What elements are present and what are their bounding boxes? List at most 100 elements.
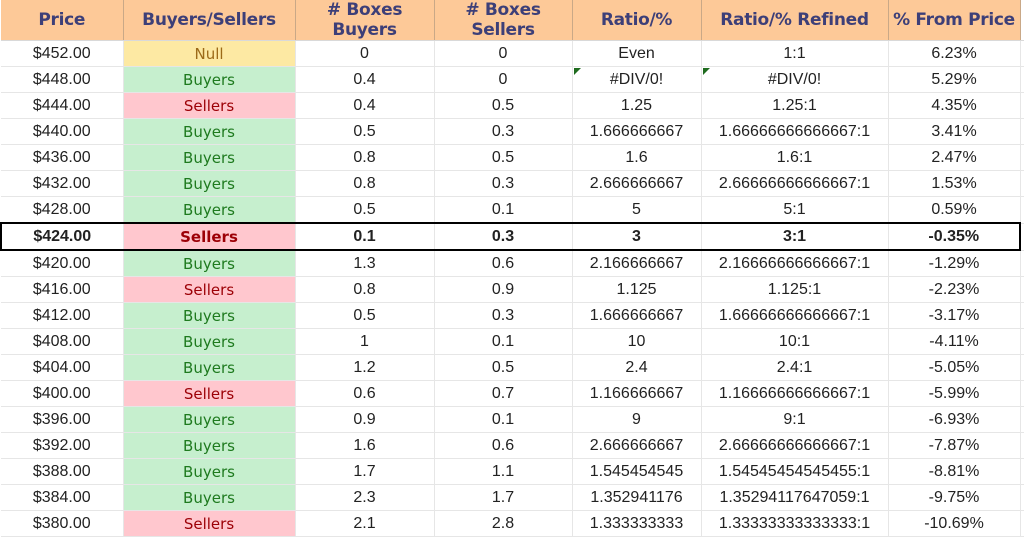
cell-from-price[interactable]: 3.41%: [888, 118, 1021, 145]
cell-boxes-buyers[interactable]: 0.8: [295, 276, 435, 303]
cell-ratio-refined[interactable]: 3:1: [701, 222, 889, 251]
cell-buyers-sellers[interactable]: Buyers: [123, 406, 296, 433]
cell-from-price[interactable]: 2.47%: [888, 144, 1021, 171]
cell-price[interactable]: $388.00: [1, 458, 124, 485]
cell-ratio-refined[interactable]: 1.66666666666667:1: [701, 118, 889, 145]
error-indicator-icon[interactable]: [573, 68, 581, 75]
header-price[interactable]: Price: [1, 0, 124, 41]
cell-buyers-sellers[interactable]: Buyers: [123, 354, 296, 381]
cell-ratio[interactable]: 2.4: [572, 354, 702, 381]
cell-boxes-buyers[interactable]: 0.5: [295, 118, 435, 145]
cell-price[interactable]: $412.00: [1, 302, 124, 329]
cell-boxes-buyers[interactable]: 0.4: [295, 66, 435, 93]
cell-from-price[interactable]: -5.05%: [888, 354, 1021, 381]
cell-from-price[interactable]: -1.29%: [888, 250, 1021, 277]
cell-boxes-buyers[interactable]: 0: [295, 40, 435, 67]
cell-empty[interactable]: [1020, 66, 1024, 93]
cell-boxes-sellers[interactable]: 0.7: [434, 380, 573, 407]
cell-boxes-buyers[interactable]: 0.8: [295, 170, 435, 197]
cell-ratio-refined[interactable]: 1.54545454545455:1: [701, 458, 889, 485]
cell-boxes-buyers[interactable]: 2.1: [295, 510, 435, 537]
cell-price[interactable]: $416.00: [1, 276, 124, 303]
cell-boxes-sellers[interactable]: 0.5: [434, 144, 573, 171]
cell-buyers-sellers[interactable]: Buyers: [123, 302, 296, 329]
cell-boxes-sellers[interactable]: 0.1: [434, 406, 573, 433]
cell-empty[interactable]: [1020, 484, 1024, 511]
cell-empty[interactable]: [1020, 223, 1024, 251]
cell-ratio[interactable]: 10: [572, 328, 702, 355]
cell-ratio-refined[interactable]: 1.33333333333333:1: [701, 510, 889, 537]
cell-boxes-sellers[interactable]: 1.7: [434, 484, 573, 511]
cell-buyers-sellers[interactable]: Buyers: [123, 118, 296, 145]
cell-boxes-buyers[interactable]: 0.5: [295, 302, 435, 329]
cell-empty[interactable]: [1020, 170, 1024, 197]
cell-boxes-sellers[interactable]: 0.9: [434, 276, 573, 303]
cell-from-price[interactable]: -7.87%: [888, 432, 1021, 459]
cell-buyers-sellers[interactable]: Buyers: [123, 328, 296, 355]
cell-empty[interactable]: [1020, 302, 1024, 329]
cell-from-price[interactable]: -3.17%: [888, 302, 1021, 329]
cell-boxes-sellers[interactable]: 2.8: [434, 510, 573, 537]
cell-boxes-buyers[interactable]: 2.3: [295, 484, 435, 511]
cell-ratio-refined[interactable]: 5:1: [701, 196, 889, 224]
header-ratio-refined[interactable]: Ratio/% Refined: [701, 0, 889, 41]
cell-empty[interactable]: [1020, 118, 1024, 145]
cell-ratio[interactable]: 9: [572, 406, 702, 433]
cell-boxes-sellers[interactable]: 0.1: [434, 196, 573, 224]
cell-from-price[interactable]: 4.35%: [888, 92, 1021, 119]
cell-ratio-refined[interactable]: 1.16666666666667:1: [701, 380, 889, 407]
cell-empty[interactable]: [1020, 380, 1024, 407]
cell-ratio[interactable]: 1.125: [572, 276, 702, 303]
cell-boxes-sellers[interactable]: 0.6: [434, 432, 573, 459]
header-empty[interactable]: [1020, 0, 1024, 41]
cell-buyers-sellers[interactable]: Sellers: [123, 380, 296, 407]
cell-from-price[interactable]: -2.23%: [888, 276, 1021, 303]
cell-ratio-refined[interactable]: 1.66666666666667:1: [701, 302, 889, 329]
cell-ratio-refined[interactable]: 2.66666666666667:1: [701, 170, 889, 197]
cell-ratio[interactable]: 1.666666667: [572, 302, 702, 329]
cell-price[interactable]: $428.00: [1, 196, 124, 224]
cell-buyers-sellers[interactable]: Sellers: [123, 510, 296, 537]
cell-buyers-sellers[interactable]: Sellers: [123, 222, 296, 251]
cell-ratio[interactable]: 5: [572, 196, 702, 224]
cell-boxes-buyers[interactable]: 1.6: [295, 432, 435, 459]
cell-from-price[interactable]: 0.59%: [888, 196, 1021, 224]
cell-boxes-sellers[interactable]: 0.6: [434, 250, 573, 277]
header-from-price[interactable]: % From Price: [888, 0, 1021, 41]
cell-ratio[interactable]: 2.666666667: [572, 432, 702, 459]
cell-boxes-buyers[interactable]: 1.7: [295, 458, 435, 485]
cell-buyers-sellers[interactable]: Buyers: [123, 66, 296, 93]
cell-ratio[interactable]: 1.166666667: [572, 380, 702, 407]
cell-price[interactable]: $452.00: [1, 40, 124, 67]
cell-buyers-sellers[interactable]: Buyers: [123, 432, 296, 459]
header-ratio[interactable]: Ratio/%: [572, 0, 702, 41]
cell-boxes-buyers[interactable]: 1: [295, 328, 435, 355]
cell-ratio-refined[interactable]: 10:1: [701, 328, 889, 355]
cell-ratio[interactable]: 1.6: [572, 144, 702, 171]
cell-ratio[interactable]: 2.166666667: [572, 250, 702, 277]
cell-price[interactable]: $392.00: [1, 432, 124, 459]
cell-ratio[interactable]: Even: [572, 40, 702, 67]
header-buyers-sellers[interactable]: Buyers/Sellers: [123, 0, 296, 41]
cell-boxes-sellers[interactable]: 0: [434, 40, 573, 67]
cell-empty[interactable]: [1020, 354, 1024, 381]
cell-boxes-buyers[interactable]: 0.5: [295, 196, 435, 224]
cell-empty[interactable]: [1020, 144, 1024, 171]
cell-ratio-refined[interactable]: 1.6:1: [701, 144, 889, 171]
cell-price[interactable]: $444.00: [1, 92, 124, 119]
cell-ratio[interactable]: 2.666666667: [572, 170, 702, 197]
cell-price[interactable]: $440.00: [1, 118, 124, 145]
cell-ratio-refined[interactable]: 2.66666666666667:1: [701, 432, 889, 459]
cell-buyers-sellers[interactable]: Buyers: [123, 144, 296, 171]
cell-empty[interactable]: [1020, 328, 1024, 355]
cell-ratio-refined[interactable]: 2.16666666666667:1: [701, 250, 889, 277]
cell-buyers-sellers[interactable]: Buyers: [123, 484, 296, 511]
cell-buyers-sellers[interactable]: Buyers: [123, 250, 296, 277]
cell-boxes-buyers[interactable]: 1.3: [295, 250, 435, 277]
cell-from-price[interactable]: -4.11%: [888, 328, 1021, 355]
cell-from-price[interactable]: -9.75%: [888, 484, 1021, 511]
cell-boxes-sellers[interactable]: 0.3: [434, 302, 573, 329]
cell-empty[interactable]: [1020, 276, 1024, 303]
cell-buyers-sellers[interactable]: Buyers: [123, 196, 296, 224]
cell-boxes-buyers[interactable]: 0.9: [295, 406, 435, 433]
